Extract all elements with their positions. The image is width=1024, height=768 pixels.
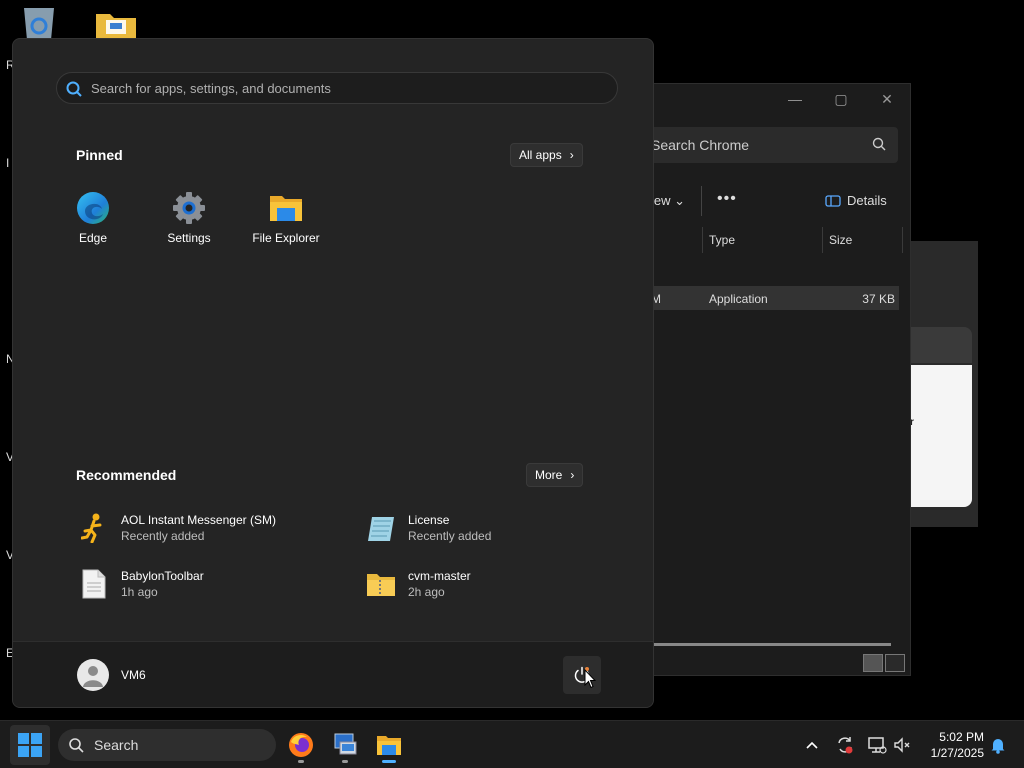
taskbar-app-remote-desktop[interactable] <box>327 727 363 763</box>
running-indicator <box>342 760 348 763</box>
more-options-button[interactable]: ••• <box>717 190 737 208</box>
recommended-item-name: AOL Instant Messenger (SM) <box>121 513 276 527</box>
start-menu: Pinned All apps › Edge Settings File Exp… <box>12 38 654 708</box>
window-controls: — ▢ ✕ <box>772 84 910 114</box>
windows-logo-icon <box>18 733 42 757</box>
start-search-input[interactable] <box>91 80 617 96</box>
row-size: 37 KB <box>862 292 895 306</box>
volume-muted-icon[interactable] <box>890 733 914 757</box>
column-divider <box>902 227 903 253</box>
row-type: Application <box>709 292 768 306</box>
mouse-cursor-icon <box>584 668 597 694</box>
search-icon <box>68 737 84 756</box>
minimize-button[interactable]: — <box>772 84 818 114</box>
dialog-header <box>910 327 972 363</box>
edge-icon <box>76 191 110 225</box>
horizontal-scrollbar[interactable] <box>641 643 891 646</box>
pinned-app-label: Edge <box>78 231 108 245</box>
explorer-toolbar: iew ⌄ ••• Details <box>641 186 912 216</box>
recommended-title: Recommended <box>76 467 177 483</box>
pinned-app-label: Settings <box>167 231 211 245</box>
search-icon <box>872 137 886 154</box>
taskbar-app-file-explorer[interactable] <box>371 727 407 763</box>
close-button[interactable]: ✕ <box>864 84 910 114</box>
firefox-icon <box>289 733 313 757</box>
active-indicator <box>382 760 396 763</box>
document-icon <box>79 568 109 600</box>
all-apps-label: All apps <box>519 148 562 162</box>
pinned-app-edge[interactable]: Edge <box>45 191 141 251</box>
user-avatar[interactable] <box>77 659 109 691</box>
user-name[interactable]: VM6 <box>121 668 146 682</box>
recommended-item-sub: Recently added <box>408 529 492 543</box>
details-pane-icon <box>825 194 841 207</box>
running-indicator <box>298 760 304 763</box>
column-divider <box>822 227 823 253</box>
taskbar-clock[interactable]: 5:02 PM 1/27/2025 <box>918 729 984 761</box>
view-menu-button[interactable]: iew ⌄ <box>651 193 685 209</box>
recommended-item-cvm-master[interactable]: cvm-master 2h ago <box>366 566 471 602</box>
list-view-button[interactable] <box>863 654 883 672</box>
pinned-title: Pinned <box>76 147 123 163</box>
taskbar-search-label: Search <box>94 737 139 753</box>
recommended-item-aim[interactable]: AOL Instant Messenger (SM) Recently adde… <box>79 510 276 546</box>
desktop: R I N V V E r — ▢ ✕ Search Chrome iew ⌄ … <box>0 0 1024 720</box>
recommended-item-babylontoolbar[interactable]: BabylonToolbar 1h ago <box>79 566 204 602</box>
notification-bell-icon[interactable] <box>986 733 1010 757</box>
recommended-item-sub: 1h ago <box>121 585 158 599</box>
explorer-search-placeholder: Search Chrome <box>651 137 750 153</box>
notepad-icon <box>366 512 396 544</box>
details-pane-button[interactable]: Details <box>825 193 887 208</box>
all-apps-button[interactable]: All apps › <box>510 143 583 167</box>
start-button[interactable] <box>10 725 50 765</box>
more-label: More <box>535 468 563 482</box>
file-explorer-icon <box>377 736 401 755</box>
desktop-label-fragment: I <box>6 156 10 170</box>
column-divider <box>702 227 703 253</box>
search-icon <box>65 80 83 103</box>
column-type[interactable]: Type <box>709 233 735 247</box>
start-menu-footer: VM6 <box>13 641 653 707</box>
chevron-right-icon: › <box>569 148 574 162</box>
tiles-view-button[interactable] <box>885 654 905 672</box>
explorer-search-input[interactable]: Search Chrome <box>641 127 898 163</box>
clock-time: 5:02 PM <box>939 730 984 744</box>
maximize-button[interactable]: ▢ <box>818 84 864 114</box>
tray-sync-icon[interactable] <box>833 733 857 757</box>
start-search-box[interactable] <box>56 72 618 104</box>
taskbar-app-firefox[interactable] <box>283 727 319 763</box>
recommended-item-license[interactable]: License Recently added <box>366 510 491 546</box>
chevron-up-icon <box>806 741 818 749</box>
aim-runner-icon <box>79 512 109 544</box>
table-row[interactable]: M Application 37 KB <box>641 286 899 310</box>
more-button[interactable]: More › <box>526 463 584 487</box>
settings-gear-icon <box>172 191 206 225</box>
column-headers: Type Size <box>641 227 903 253</box>
taskbar: Search 5:02 PM 1/27/2025 <box>0 720 1024 768</box>
chevron-down-icon: ⌄ <box>674 193 686 208</box>
background-dialog: r <box>910 241 978 527</box>
taskbar-search-box[interactable]: Search <box>58 729 276 761</box>
pinned-app-file-explorer[interactable]: File Explorer <box>238 191 334 251</box>
recommended-item-sub: Recently added <box>121 529 205 543</box>
view-toggle <box>863 654 905 672</box>
pinned-app-label: File Explorer <box>252 231 320 245</box>
pinned-app-settings[interactable]: Settings <box>141 191 237 251</box>
network-icon[interactable] <box>865 733 889 757</box>
recommended-item-name: cvm-master <box>408 569 471 583</box>
show-hidden-icons-button[interactable] <box>800 733 824 757</box>
clock-date: 1/27/2025 <box>930 746 984 760</box>
recommended-item-name: License <box>408 513 450 527</box>
remote-desktop-icon <box>334 733 357 755</box>
column-size[interactable]: Size <box>829 233 852 247</box>
file-explorer-window: — ▢ ✕ Search Chrome iew ⌄ ••• Details Ty… <box>640 83 911 676</box>
dialog-body <box>910 365 972 507</box>
recommended-item-sub: 2h ago <box>408 585 445 599</box>
zip-folder-icon <box>366 568 396 600</box>
details-label: Details <box>847 193 887 208</box>
folder-icon <box>269 191 303 225</box>
recommended-item-name: BabylonToolbar <box>121 569 204 583</box>
chevron-right-icon: › <box>570 468 575 482</box>
toolbar-divider <box>701 186 702 216</box>
